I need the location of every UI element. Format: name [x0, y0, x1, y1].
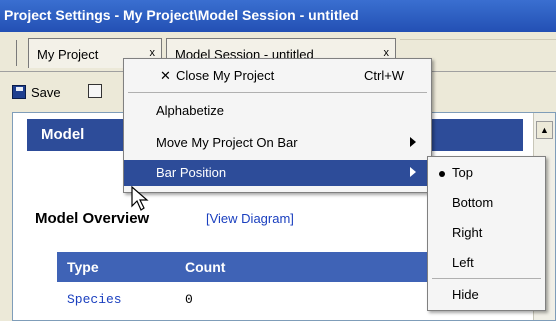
scroll-up-arrow-icon[interactable]: ▲: [536, 121, 553, 139]
submenu-item-label: Hide: [452, 287, 479, 302]
submenu-item-label: Right: [452, 225, 483, 240]
table-row: Species 0: [57, 284, 431, 314]
printer-icon[interactable]: [88, 84, 102, 98]
cell-type-link[interactable]: Species: [67, 292, 122, 307]
column-header-count[interactable]: Count: [185, 259, 225, 275]
view-diagram-link[interactable]: [View Diagram]: [206, 211, 294, 226]
menu-item-label: Bar Position: [156, 165, 227, 180]
menu-item-bar-position[interactable]: Bar Position: [124, 160, 431, 186]
tab-context-menu: ✕ Close My Project Ctrl+W Alphabetize Mo…: [123, 58, 432, 193]
window-title: Project Settings - My Project\Model Sess…: [4, 7, 359, 23]
overview-title: Model Overview: [35, 210, 150, 227]
floppy-disk-icon: [12, 85, 26, 99]
save-label: Save: [31, 84, 61, 100]
submenu-item-top[interactable]: Top: [428, 159, 545, 187]
menu-separator: [432, 278, 541, 279]
mouse-pointer-icon: [131, 186, 149, 211]
tab-bar-divider: [16, 40, 24, 66]
submenu-item-label: Left: [452, 255, 474, 270]
selected-bullet-icon: [439, 171, 445, 177]
submenu-item-bottom[interactable]: Bottom: [428, 189, 545, 217]
save-button[interactable]: Save: [12, 82, 61, 102]
bar-position-submenu: Top Bottom Right Left Hide: [427, 156, 546, 311]
submenu-item-hide[interactable]: Hide: [428, 281, 545, 309]
menu-item-label: Move My Project On Bar: [156, 135, 298, 150]
menu-item-label: Close My Project: [176, 68, 275, 83]
submenu-arrow-icon: [410, 167, 416, 177]
submenu-arrow-icon: [410, 137, 416, 147]
submenu-item-right[interactable]: Right: [428, 219, 545, 247]
menu-separator: [128, 92, 427, 93]
menu-item-close-my-project[interactable]: ✕ Close My Project Ctrl+W: [124, 63, 431, 89]
submenu-item-label: Top: [452, 165, 473, 180]
submenu-item-left[interactable]: Left: [428, 249, 545, 277]
menu-item-alphabetize[interactable]: Alphabetize: [124, 98, 431, 124]
submenu-item-label: Bottom: [452, 195, 494, 210]
table-header: Type Count: [57, 252, 431, 282]
cell-count: 0: [185, 292, 193, 307]
close-icon: ✕: [160, 68, 171, 83]
menu-item-move-my-project-on-bar[interactable]: Move My Project On Bar: [124, 130, 431, 156]
menu-item-label: Alphabetize: [156, 103, 224, 118]
window-title-bar[interactable]: Project Settings - My Project\Model Sess…: [0, 0, 556, 32]
menu-item-shortcut: Ctrl+W: [364, 68, 405, 83]
column-header-type[interactable]: Type: [67, 259, 99, 275]
tab-label: My Project: [37, 47, 99, 62]
panel-header-title: Model: [41, 126, 85, 143]
